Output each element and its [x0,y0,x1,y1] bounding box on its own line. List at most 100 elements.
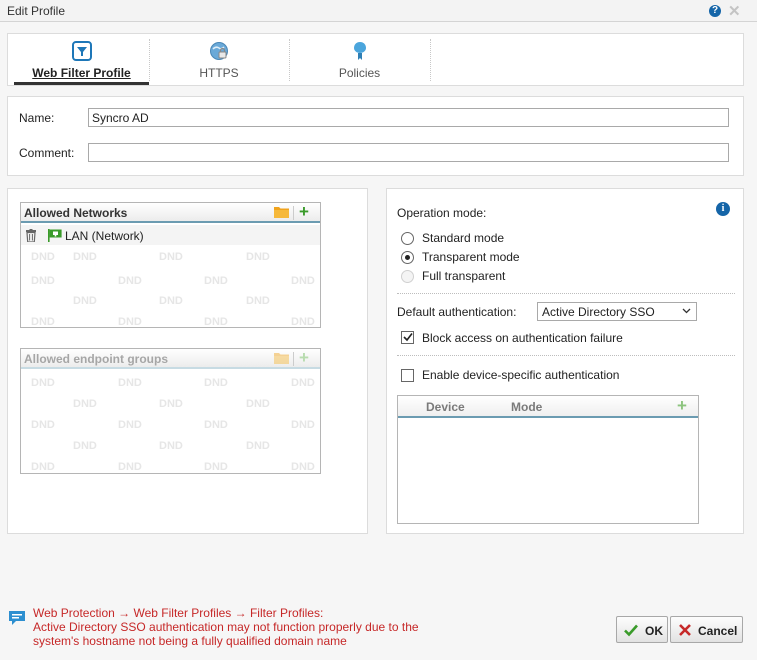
tab-label: HTTPS [199,66,239,80]
header-separator [293,352,294,366]
device-auth-label[interactable]: Enable device-specific authentication [422,368,619,382]
dnd-watermark: DND [159,440,183,452]
warning-line: Active Directory SSO authentication may … [33,620,419,634]
standard-mode-radio[interactable] [401,232,414,245]
default-authentication-select[interactable]: Active Directory SSO [537,302,697,321]
close-icon[interactable]: ✕ [728,2,741,20]
message-icon [9,611,25,625]
cross-icon [679,624,691,636]
add-network-icon[interactable]: + [299,203,309,220]
block-access-checkbox[interactable] [401,331,414,344]
cancel-button[interactable]: Cancel [670,616,743,643]
tab-web-filter-profile[interactable]: Web Filter Profile [14,34,149,86]
device-auth-checkbox[interactable] [401,369,414,382]
operation-mode-label: Operation mode: [397,206,487,220]
dnd-watermark: DND [291,461,315,473]
warning-line: system's hostname not being a fully qual… [33,634,347,648]
ok-label: OK [645,624,663,638]
dnd-watermark: DND [73,295,97,307]
ok-button[interactable]: OK [616,616,668,643]
column-device[interactable]: Device [426,400,465,414]
dnd-watermark: DND [291,316,315,328]
info-icon[interactable]: i [716,202,730,216]
tab-separator [430,39,431,81]
dnd-watermark: DND [31,275,55,287]
trash-icon[interactable] [26,229,36,242]
dnd-watermark: DND [73,440,97,452]
comment-input[interactable] [88,143,729,162]
dnd-watermark: DND [73,251,97,263]
dnd-watermark: DND [31,251,55,263]
dnd-watermark: DND [118,419,142,431]
right-panel: Operation mode: i Standard mode Transpar… [386,188,744,534]
network-flag-icon [48,229,62,242]
chevron-down-icon [682,308,691,314]
column-mode[interactable]: Mode [511,400,542,414]
dnd-watermark: DND [118,461,142,473]
dnd-watermark: DND [204,275,228,287]
check-icon [624,624,638,637]
device-table: Device Mode + [397,395,699,524]
dnd-watermark: DND [204,377,228,389]
device-table-header: Device Mode + [398,396,698,418]
name-label: Name: [19,111,55,125]
allowed-networks-header: Allowed Networks + [21,203,320,223]
transparent-mode-label[interactable]: Transparent mode [422,250,520,264]
filter-icon [71,41,92,61]
default-authentication-label: Default authentication: [397,305,517,319]
dnd-watermark: DND [246,398,270,410]
badge-icon [353,42,366,60]
dnd-watermark: DND [118,316,142,328]
profile-details-panel: Name: Comment: [7,96,744,176]
divider [397,355,735,356]
standard-mode-label[interactable]: Standard mode [422,231,504,245]
dnd-watermark: DND [291,377,315,389]
dnd-watermark: DND [291,419,315,431]
dnd-watermark: DND [73,398,97,410]
active-tab-indicator [14,82,149,85]
hostname-warning: Web Protection → Web Filter Profiles → F… [33,606,473,648]
folder-icon [274,353,289,364]
dnd-watermark: DND [118,377,142,389]
tab-policies[interactable]: Policies [289,34,430,86]
dnd-watermark: DND [31,419,55,431]
tab-label: Policies [338,66,381,80]
dnd-watermark: DND [31,461,55,473]
allowed-endpoint-groups-list: Allowed endpoint groups + DND DND DND DN… [20,348,321,474]
allowed-endpoint-groups-header: Allowed endpoint groups + [21,349,320,369]
full-transparent-label: Full transparent [422,269,506,283]
checkmark-icon [403,333,413,342]
selected-value: Active Directory SSO [542,305,655,319]
dnd-watermark: DND [204,316,228,328]
window-title: Edit Profile [7,4,66,18]
help-icon[interactable]: ? [709,5,721,17]
cancel-label: Cancel [698,624,738,638]
tab-label: Web Filter Profile [32,66,131,80]
tab-https[interactable]: HTTPS [149,34,289,86]
list-item[interactable]: LAN (Network) [21,225,320,245]
name-input[interactable] [88,108,729,127]
dnd-watermark: DND [246,295,270,307]
dnd-watermark: DND [291,275,315,287]
dnd-watermark: DND [31,316,55,328]
globe-lock-icon [210,42,228,60]
block-access-label[interactable]: Block access on authentication failure [422,331,623,345]
folder-icon[interactable] [274,206,289,218]
tab-bar: Web Filter Profile HTTPS Policies [7,33,744,86]
transparent-mode-radio[interactable] [401,251,414,264]
comment-label: Comment: [19,146,75,160]
header-separator [293,206,294,220]
dnd-watermark: DND [204,461,228,473]
add-device-icon[interactable]: + [677,397,687,414]
dnd-watermark: DND [118,275,142,287]
full-transparent-radio [401,270,414,283]
network-item-label: LAN (Network) [65,229,144,243]
warning-path: Web Protection → Web Filter Profiles → F… [33,606,324,620]
add-endpoint-group-icon: + [299,348,309,367]
dnd-watermark: DND [159,251,183,263]
allowed-endpoint-groups-title: Allowed endpoint groups [24,352,168,366]
title-bar: Edit Profile ? ✕ [0,0,757,22]
allowed-networks-title: Allowed Networks [24,206,128,220]
allowed-networks-list[interactable]: Allowed Networks + LAN (Network) DND DND… [20,202,321,328]
left-panel: Allowed Networks + LAN (Network) DND DND… [7,188,368,534]
